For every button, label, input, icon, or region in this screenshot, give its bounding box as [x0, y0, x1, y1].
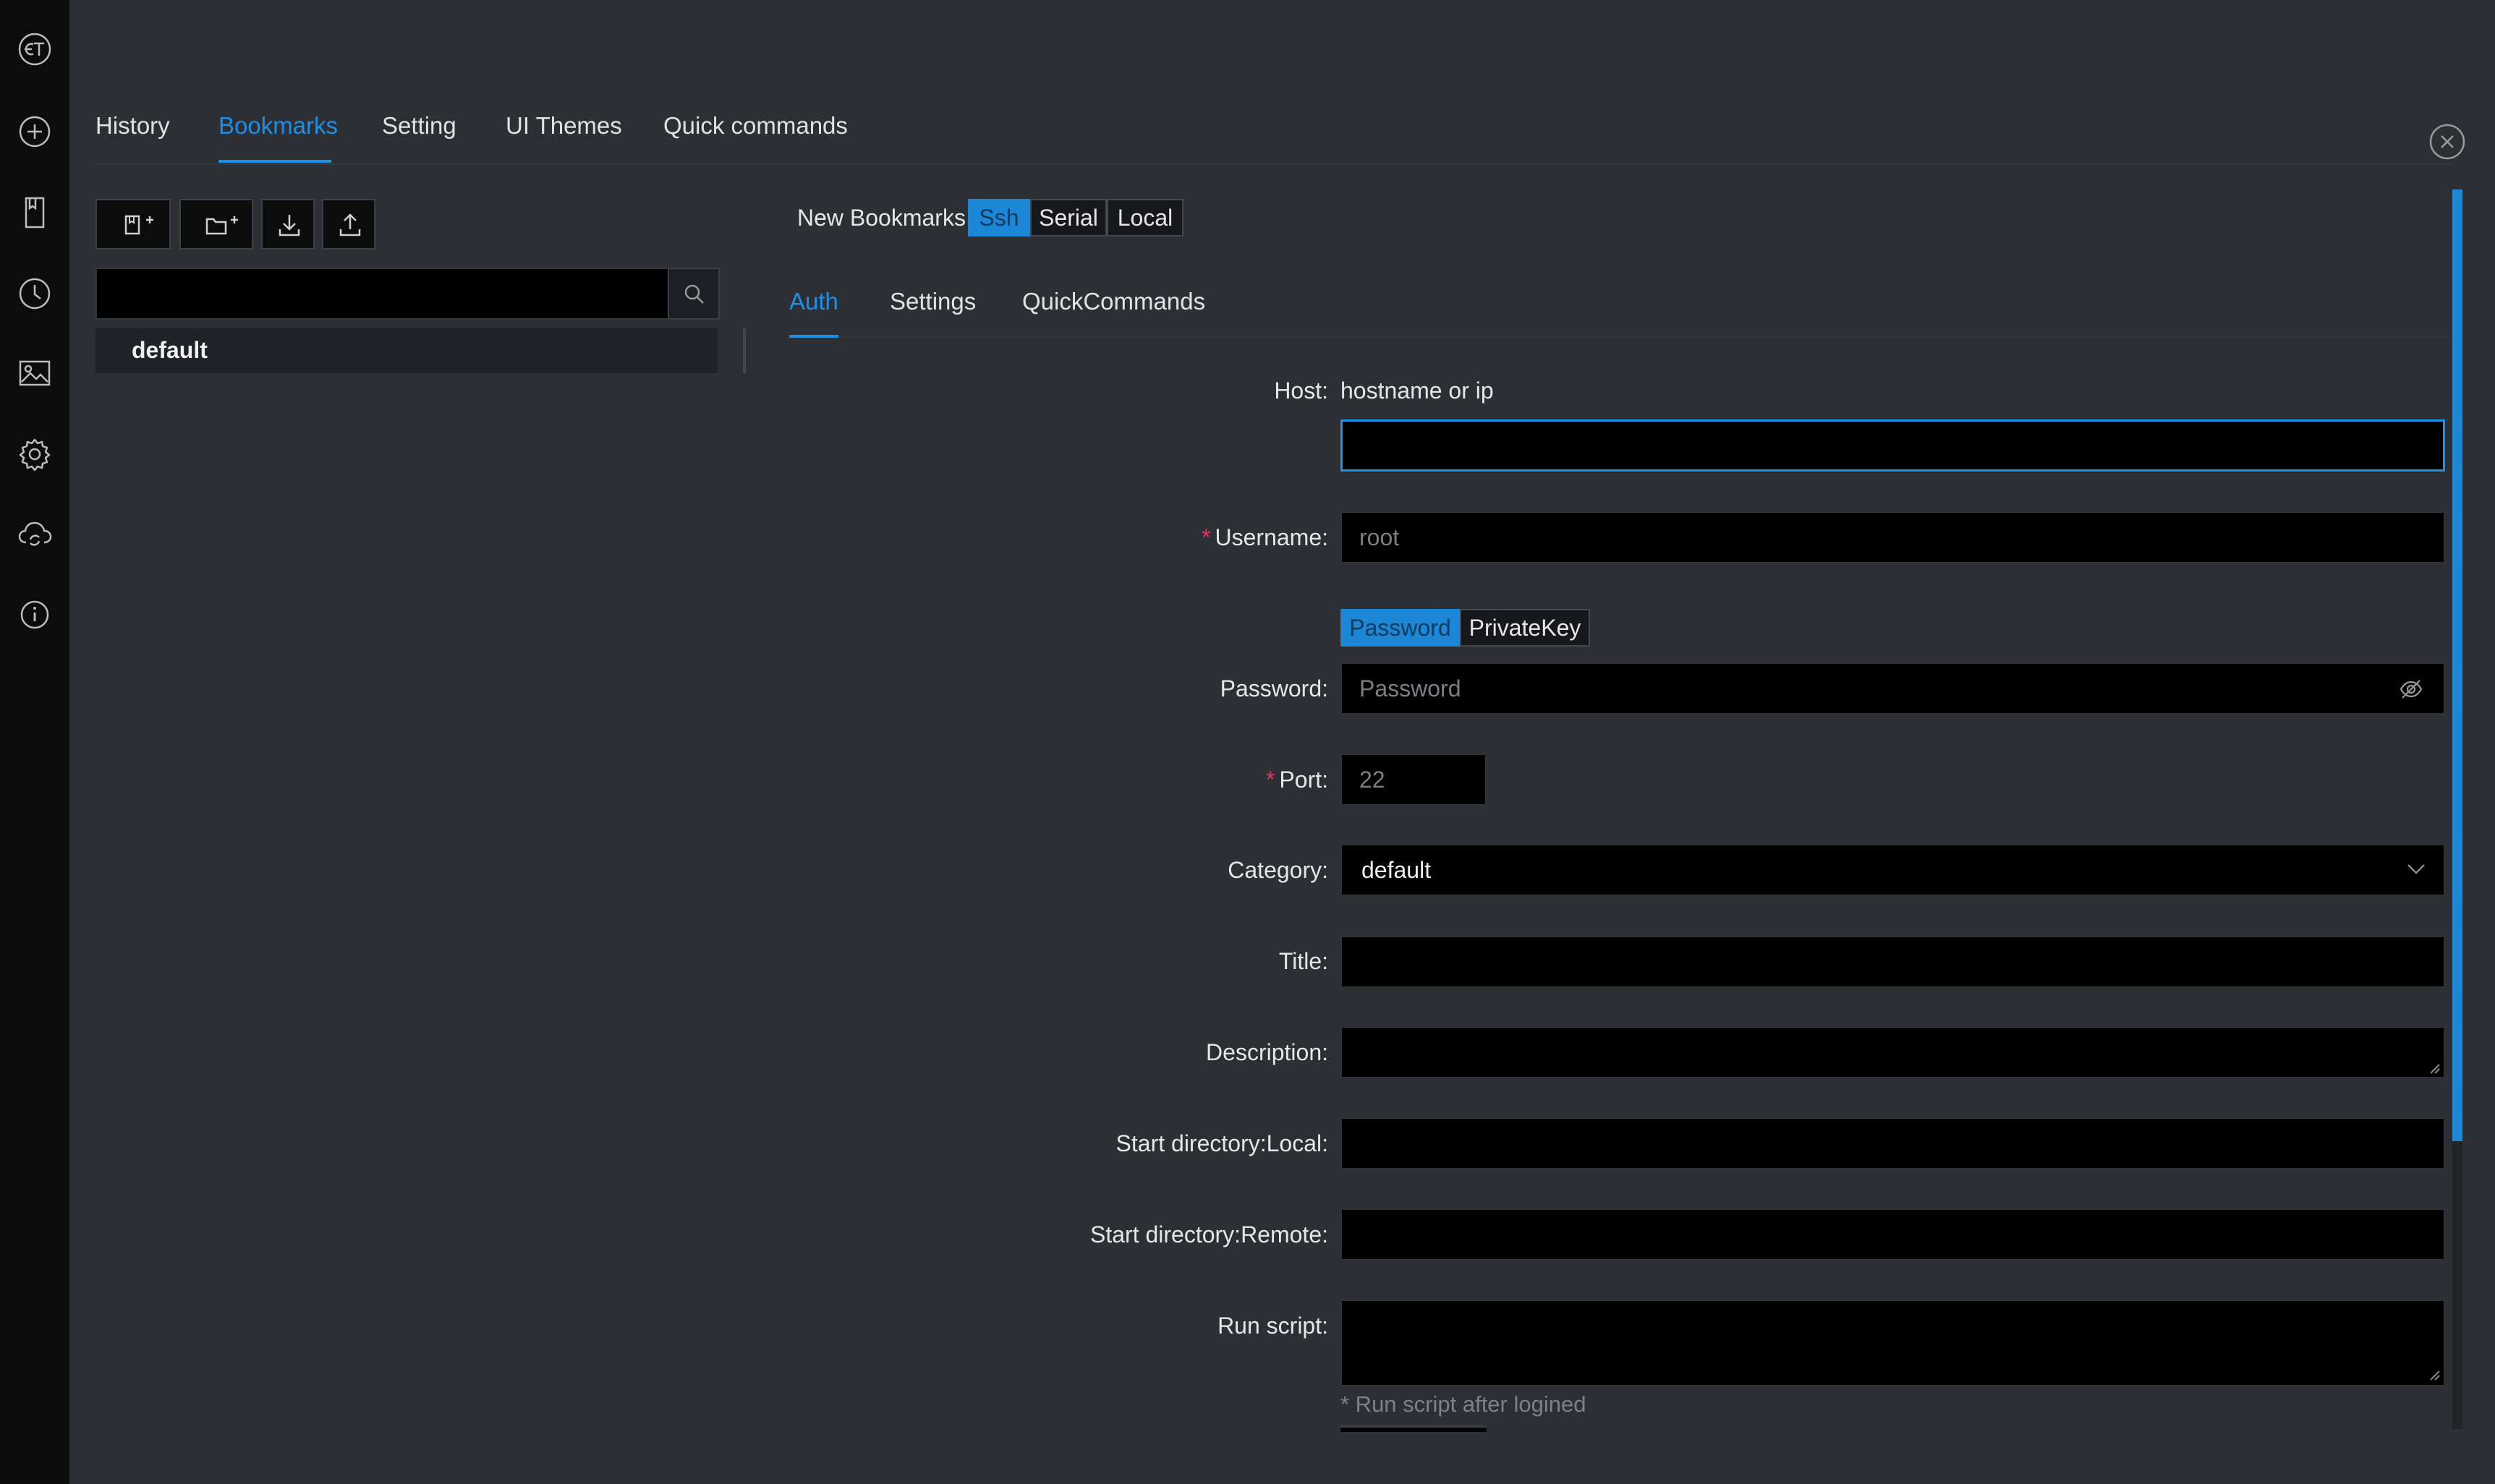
partial-button[interactable] [1340, 1425, 1487, 1432]
tab-quick-commands[interactable]: Quick commands [663, 112, 848, 140]
sidebar-rail [0, 0, 69, 1484]
close-icon[interactable] [2428, 123, 2466, 161]
panel-splitter[interactable] [743, 328, 746, 373]
title-label: Title: [1278, 948, 1328, 974]
new-folder-icon [205, 216, 238, 235]
tab-settings[interactable]: Settings [890, 288, 976, 315]
new-bookmarks-label: New Bookmarks [797, 205, 966, 231]
port-label: * Port: [1265, 767, 1328, 793]
tree-item-label: default [132, 337, 208, 363]
username-label: * Username: [1202, 524, 1328, 550]
host-hint: hostname or ip [1340, 378, 1494, 404]
port-input[interactable] [1340, 754, 1487, 806]
subtabs-divider [789, 336, 2449, 338]
resize-handle-icon[interactable] [2429, 1370, 2441, 1381]
required-marker: * [1202, 524, 1211, 550]
start-local-label: Start directory:Local: [1115, 1130, 1328, 1156]
category-label: Category: [1228, 857, 1328, 883]
type-local-button[interactable]: Local [1107, 199, 1183, 236]
host-label: Host: [1274, 378, 1328, 404]
new-bookmark-icon [124, 215, 153, 235]
active-tab-indicator [218, 160, 331, 163]
tabs-divider [95, 163, 2452, 165]
info-icon[interactable] [17, 597, 52, 632]
resize-handle-icon[interactable] [2429, 1063, 2441, 1075]
export-icon [339, 213, 361, 236]
search-button[interactable] [668, 268, 720, 320]
active-subtab-indicator [789, 335, 838, 338]
tab-setting[interactable]: Setting [382, 112, 456, 140]
auth-privatekey-button[interactable]: PrivateKey [1460, 609, 1590, 647]
password-label: Password: [1220, 675, 1328, 702]
export-button[interactable] [322, 199, 375, 250]
run-script-label: Run script: [1217, 1313, 1328, 1339]
import-button[interactable] [261, 199, 315, 250]
clock-icon[interactable] [17, 276, 52, 311]
search-icon [684, 284, 704, 304]
run-script-textarea[interactable] [1340, 1300, 2445, 1386]
description-label: Description: [1206, 1039, 1328, 1065]
type-ssh-button[interactable]: Ssh [968, 199, 1030, 236]
host-input[interactable] [1340, 419, 2445, 472]
tab-quickcommands[interactable]: QuickCommands [1022, 288, 1205, 315]
tab-history[interactable]: History [95, 112, 170, 140]
logo-icon[interactable] [17, 32, 52, 67]
chevron-down-icon [2406, 861, 2426, 877]
username-input[interactable] [1340, 511, 2445, 563]
gear-icon[interactable] [17, 437, 52, 472]
start-directory-remote-input[interactable] [1340, 1208, 2445, 1261]
required-marker: * [1265, 767, 1275, 793]
category-value: default [1361, 857, 1432, 883]
add-circle-icon[interactable] [17, 114, 52, 149]
tree-item-default[interactable]: default [95, 328, 718, 373]
tab-auth[interactable]: Auth [789, 288, 838, 315]
picture-icon[interactable] [17, 356, 52, 391]
tab-bookmarks[interactable]: Bookmarks [218, 112, 338, 140]
password-input[interactable] [1340, 662, 2445, 715]
description-textarea[interactable] [1340, 1026, 2445, 1078]
scrollbar-thumb[interactable] [2452, 189, 2462, 1141]
run-script-help: * Run script after logined [1340, 1391, 1586, 1417]
new-bookmark-button[interactable] [95, 199, 171, 250]
title-input[interactable] [1340, 936, 2445, 988]
start-directory-local-input[interactable] [1340, 1117, 2445, 1169]
eye-invisible-icon[interactable] [2399, 677, 2423, 702]
tab-ui-themes[interactable]: UI Themes [506, 112, 622, 140]
cloud-sync-icon[interactable] [17, 516, 52, 551]
search-input[interactable] [95, 268, 669, 320]
auth-password-button[interactable]: Password [1340, 609, 1460, 647]
new-folder-button[interactable] [179, 199, 253, 250]
start-remote-label: Start directory:Remote: [1090, 1221, 1328, 1248]
category-select[interactable] [1340, 844, 2445, 896]
bookmark-icon[interactable] [17, 195, 52, 230]
type-serial-button[interactable]: Serial [1030, 199, 1107, 236]
import-icon [279, 215, 300, 236]
